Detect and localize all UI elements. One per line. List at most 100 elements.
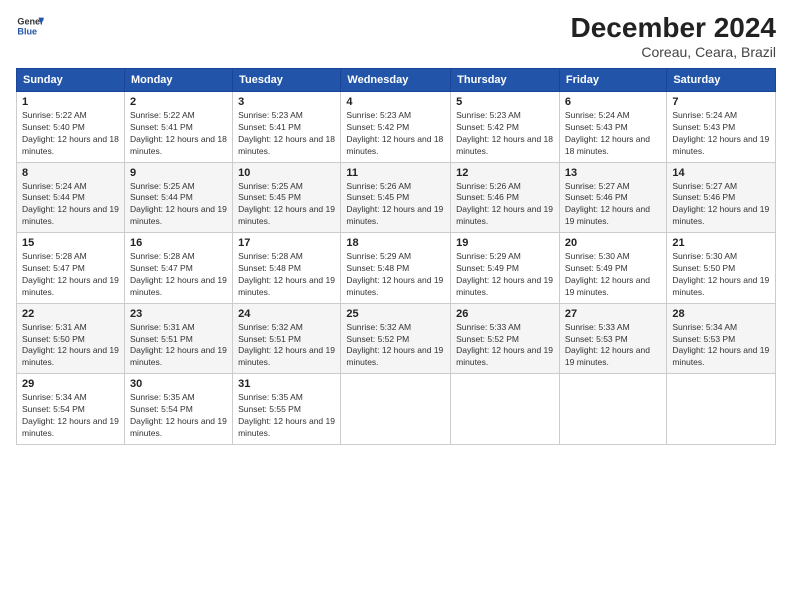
day-cell-22: 22 Sunrise: 5:31 AMSunset: 5:50 PMDaylig… — [17, 303, 125, 374]
day-cell-28: 28 Sunrise: 5:34 AMSunset: 5:53 PMDaylig… — [667, 303, 776, 374]
svg-text:Blue: Blue — [17, 26, 37, 36]
day-number: 17 — [238, 237, 335, 249]
day-number: 3 — [238, 96, 335, 108]
month-title: December 2024 — [571, 12, 776, 44]
day-number: 8 — [22, 167, 119, 179]
day-cell-16: 16 Sunrise: 5:28 AMSunset: 5:47 PMDaylig… — [124, 233, 232, 304]
day-info: Sunrise: 5:31 AMSunset: 5:51 PMDaylight:… — [130, 322, 227, 368]
day-cell-4: 4 Sunrise: 5:23 AMSunset: 5:42 PMDayligh… — [341, 92, 451, 163]
day-info: Sunrise: 5:27 AMSunset: 5:46 PMDaylight:… — [672, 181, 769, 227]
day-info: Sunrise: 5:23 AMSunset: 5:41 PMDaylight:… — [238, 110, 335, 156]
day-cell-1: 1 Sunrise: 5:22 AMSunset: 5:40 PMDayligh… — [17, 92, 125, 163]
day-info: Sunrise: 5:33 AMSunset: 5:53 PMDaylight:… — [565, 322, 650, 368]
day-cell-25: 25 Sunrise: 5:32 AMSunset: 5:52 PMDaylig… — [341, 303, 451, 374]
day-cell-31: 31 Sunrise: 5:35 AMSunset: 5:55 PMDaylig… — [233, 374, 341, 445]
day-cell-18: 18 Sunrise: 5:29 AMSunset: 5:48 PMDaylig… — [341, 233, 451, 304]
day-number: 10 — [238, 167, 335, 179]
day-cell-9: 9 Sunrise: 5:25 AMSunset: 5:44 PMDayligh… — [124, 162, 232, 233]
day-info: Sunrise: 5:28 AMSunset: 5:47 PMDaylight:… — [22, 251, 119, 297]
day-info: Sunrise: 5:29 AMSunset: 5:49 PMDaylight:… — [456, 251, 553, 297]
day-number: 28 — [672, 308, 770, 320]
day-cell-27: 27 Sunrise: 5:33 AMSunset: 5:53 PMDaylig… — [559, 303, 666, 374]
day-info: Sunrise: 5:25 AMSunset: 5:44 PMDaylight:… — [130, 181, 227, 227]
day-cell-17: 17 Sunrise: 5:28 AMSunset: 5:48 PMDaylig… — [233, 233, 341, 304]
week-row-5: 29 Sunrise: 5:34 AMSunset: 5:54 PMDaylig… — [17, 374, 776, 445]
day-number: 4 — [346, 96, 445, 108]
day-cell-3: 3 Sunrise: 5:23 AMSunset: 5:41 PMDayligh… — [233, 92, 341, 163]
day-cell-13: 13 Sunrise: 5:27 AMSunset: 5:46 PMDaylig… — [559, 162, 666, 233]
weekday-header-tuesday: Tuesday — [233, 69, 341, 92]
day-info: Sunrise: 5:35 AMSunset: 5:54 PMDaylight:… — [130, 392, 227, 438]
day-number: 9 — [130, 167, 227, 179]
day-cell-10: 10 Sunrise: 5:25 AMSunset: 5:45 PMDaylig… — [233, 162, 341, 233]
week-row-4: 22 Sunrise: 5:31 AMSunset: 5:50 PMDaylig… — [17, 303, 776, 374]
day-number: 11 — [346, 167, 445, 179]
day-number: 26 — [456, 308, 554, 320]
day-cell-29: 29 Sunrise: 5:34 AMSunset: 5:54 PMDaylig… — [17, 374, 125, 445]
day-number: 31 — [238, 378, 335, 390]
day-number: 25 — [346, 308, 445, 320]
day-number: 16 — [130, 237, 227, 249]
empty-cell — [559, 374, 666, 445]
day-number: 14 — [672, 167, 770, 179]
day-cell-11: 11 Sunrise: 5:26 AMSunset: 5:45 PMDaylig… — [341, 162, 451, 233]
day-number: 18 — [346, 237, 445, 249]
day-info: Sunrise: 5:33 AMSunset: 5:52 PMDaylight:… — [456, 322, 553, 368]
day-number: 23 — [130, 308, 227, 320]
day-number: 19 — [456, 237, 554, 249]
location: Coreau, Ceara, Brazil — [571, 44, 776, 60]
day-info: Sunrise: 5:22 AMSunset: 5:40 PMDaylight:… — [22, 110, 119, 156]
day-info: Sunrise: 5:22 AMSunset: 5:41 PMDaylight:… — [130, 110, 227, 156]
day-number: 22 — [22, 308, 119, 320]
day-number: 1 — [22, 96, 119, 108]
day-cell-21: 21 Sunrise: 5:30 AMSunset: 5:50 PMDaylig… — [667, 233, 776, 304]
day-number: 21 — [672, 237, 770, 249]
day-info: Sunrise: 5:25 AMSunset: 5:45 PMDaylight:… — [238, 181, 335, 227]
day-number: 5 — [456, 96, 554, 108]
weekday-header-monday: Monday — [124, 69, 232, 92]
day-number: 7 — [672, 96, 770, 108]
logo-icon: General Blue — [16, 12, 44, 40]
day-info: Sunrise: 5:34 AMSunset: 5:53 PMDaylight:… — [672, 322, 769, 368]
day-info: Sunrise: 5:23 AMSunset: 5:42 PMDaylight:… — [346, 110, 443, 156]
weekday-header-saturday: Saturday — [667, 69, 776, 92]
empty-cell — [667, 374, 776, 445]
day-cell-8: 8 Sunrise: 5:24 AMSunset: 5:44 PMDayligh… — [17, 162, 125, 233]
day-cell-26: 26 Sunrise: 5:33 AMSunset: 5:52 PMDaylig… — [451, 303, 560, 374]
day-cell-24: 24 Sunrise: 5:32 AMSunset: 5:51 PMDaylig… — [233, 303, 341, 374]
day-info: Sunrise: 5:24 AMSunset: 5:43 PMDaylight:… — [565, 110, 650, 156]
day-info: Sunrise: 5:23 AMSunset: 5:42 PMDaylight:… — [456, 110, 553, 156]
day-cell-5: 5 Sunrise: 5:23 AMSunset: 5:42 PMDayligh… — [451, 92, 560, 163]
day-cell-19: 19 Sunrise: 5:29 AMSunset: 5:49 PMDaylig… — [451, 233, 560, 304]
day-number: 30 — [130, 378, 227, 390]
day-info: Sunrise: 5:28 AMSunset: 5:48 PMDaylight:… — [238, 251, 335, 297]
logo: General Blue — [16, 12, 48, 40]
day-info: Sunrise: 5:35 AMSunset: 5:55 PMDaylight:… — [238, 392, 335, 438]
day-number: 27 — [565, 308, 661, 320]
empty-cell — [341, 374, 451, 445]
day-info: Sunrise: 5:31 AMSunset: 5:50 PMDaylight:… — [22, 322, 119, 368]
header: General Blue December 2024 Coreau, Ceara… — [16, 12, 776, 60]
week-row-1: 1 Sunrise: 5:22 AMSunset: 5:40 PMDayligh… — [17, 92, 776, 163]
day-info: Sunrise: 5:30 AMSunset: 5:49 PMDaylight:… — [565, 251, 650, 297]
empty-cell — [451, 374, 560, 445]
day-info: Sunrise: 5:30 AMSunset: 5:50 PMDaylight:… — [672, 251, 769, 297]
week-row-3: 15 Sunrise: 5:28 AMSunset: 5:47 PMDaylig… — [17, 233, 776, 304]
week-row-2: 8 Sunrise: 5:24 AMSunset: 5:44 PMDayligh… — [17, 162, 776, 233]
day-number: 15 — [22, 237, 119, 249]
day-cell-23: 23 Sunrise: 5:31 AMSunset: 5:51 PMDaylig… — [124, 303, 232, 374]
page-container: General Blue December 2024 Coreau, Ceara… — [0, 0, 792, 453]
day-cell-20: 20 Sunrise: 5:30 AMSunset: 5:49 PMDaylig… — [559, 233, 666, 304]
day-info: Sunrise: 5:27 AMSunset: 5:46 PMDaylight:… — [565, 181, 650, 227]
day-cell-14: 14 Sunrise: 5:27 AMSunset: 5:46 PMDaylig… — [667, 162, 776, 233]
day-number: 6 — [565, 96, 661, 108]
day-number: 12 — [456, 167, 554, 179]
day-info: Sunrise: 5:24 AMSunset: 5:43 PMDaylight:… — [672, 110, 769, 156]
day-cell-6: 6 Sunrise: 5:24 AMSunset: 5:43 PMDayligh… — [559, 92, 666, 163]
day-info: Sunrise: 5:26 AMSunset: 5:45 PMDaylight:… — [346, 181, 443, 227]
day-info: Sunrise: 5:32 AMSunset: 5:51 PMDaylight:… — [238, 322, 335, 368]
day-info: Sunrise: 5:28 AMSunset: 5:47 PMDaylight:… — [130, 251, 227, 297]
day-cell-15: 15 Sunrise: 5:28 AMSunset: 5:47 PMDaylig… — [17, 233, 125, 304]
day-number: 2 — [130, 96, 227, 108]
weekday-header-friday: Friday — [559, 69, 666, 92]
